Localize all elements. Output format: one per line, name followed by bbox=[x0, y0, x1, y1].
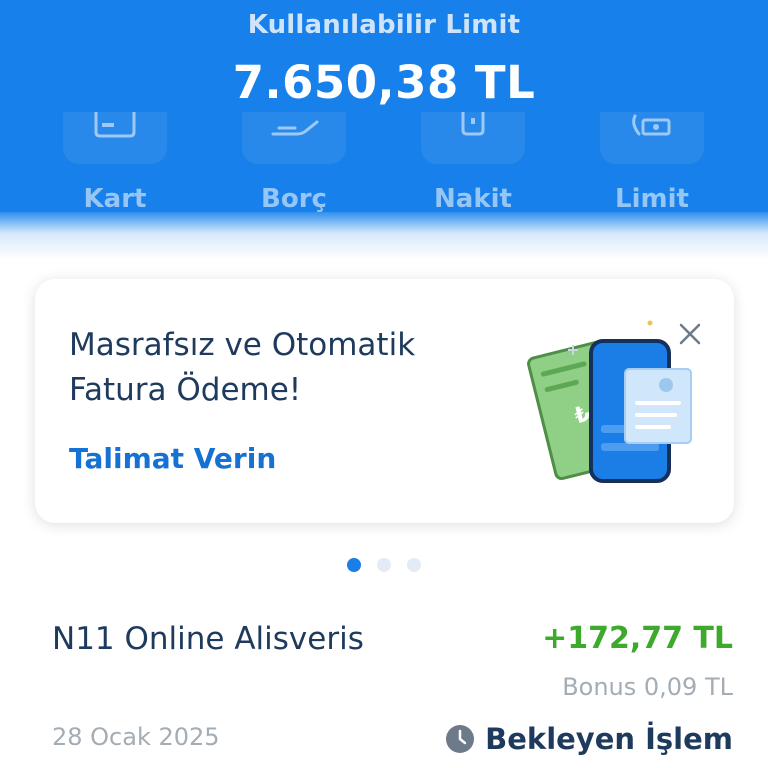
action-cash[interactable]: Nakit bbox=[421, 112, 525, 222]
card-icon bbox=[94, 112, 136, 138]
transaction-bonus: Bonus 0,09 TL bbox=[562, 673, 733, 701]
action-label: Borç bbox=[261, 184, 327, 214]
transaction-merchant: N11 Online Alisveris bbox=[52, 621, 364, 657]
app-screen: Kullanılabilir Limit 7.650,38 TL Kart Bo… bbox=[0, 0, 768, 768]
action-card[interactable]: Kart bbox=[63, 112, 167, 222]
carousel-pager bbox=[340, 558, 430, 574]
action-label: Kart bbox=[83, 184, 147, 214]
available-limit-value: 7.650,38 TL bbox=[232, 56, 536, 109]
transaction-amount: +172,77 TL bbox=[542, 621, 733, 656]
header-fade bbox=[0, 212, 768, 260]
limit-icon bbox=[632, 114, 671, 136]
available-limit-label: Kullanılabilir Limit bbox=[247, 10, 521, 40]
promo-cta-link[interactable]: Talimat Verin bbox=[69, 442, 276, 475]
transaction-date: 28 Ocak 2025 bbox=[52, 723, 220, 751]
limit-header: Kullanılabilir Limit 7.650,38 TL Kart Bo… bbox=[0, 0, 768, 222]
cash-icon bbox=[461, 112, 485, 136]
action-label: Limit bbox=[615, 184, 689, 214]
close-icon[interactable] bbox=[675, 319, 705, 349]
action-label: Nakit bbox=[434, 184, 512, 214]
pager-dot-active[interactable] bbox=[347, 558, 361, 572]
transaction-status: Bekleyen İşlem bbox=[445, 719, 733, 759]
action-debt[interactable]: Borç bbox=[242, 112, 346, 222]
promo-title-line2: Fatura Ödeme! bbox=[69, 372, 302, 408]
action-limit[interactable]: Limit bbox=[600, 112, 704, 222]
quick-actions: Kart Borç Nakit Limit bbox=[0, 112, 768, 222]
promo-title-line1: Masrafsız ve Otomatik bbox=[69, 327, 416, 363]
hand-icon bbox=[271, 120, 319, 136]
promo-card[interactable]: Masrafsız ve Otomatik Fatura Ödeme! Tali… bbox=[35, 279, 734, 523]
clock-icon bbox=[446, 725, 475, 753]
pager-dot[interactable] bbox=[407, 558, 421, 572]
promo-title: Masrafsız ve Otomatik Fatura Ödeme! bbox=[69, 323, 489, 413]
status-label: Bekleyen İşlem bbox=[485, 722, 733, 756]
pager-dot[interactable] bbox=[377, 558, 391, 572]
